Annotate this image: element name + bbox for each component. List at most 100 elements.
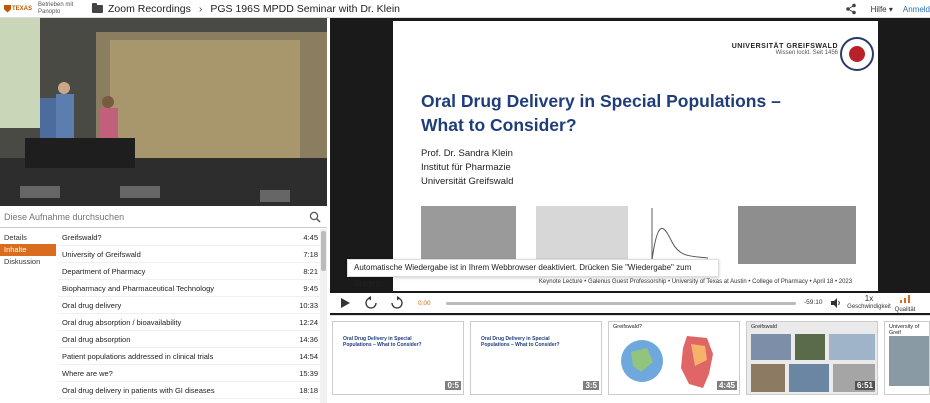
fast-forward-icon[interactable] bbox=[390, 296, 404, 310]
item-time: 14:54 bbox=[299, 351, 318, 361]
thumbnail[interactable]: University of Greif bbox=[884, 321, 930, 395]
item-title: Department of Pharmacy bbox=[62, 266, 146, 276]
logo-text: TEXAS bbox=[12, 5, 33, 12]
author-line: Universität Greifswald bbox=[421, 176, 514, 187]
globe-image bbox=[621, 340, 663, 382]
thumbnail-header: Greifswald bbox=[751, 324, 777, 330]
slide-footer: Keynote Lecture • Galenus Guest Professo… bbox=[538, 279, 853, 285]
thumbnail-title: Oral Drug Delivery in Special Population… bbox=[481, 336, 560, 348]
item-time: 4:45 bbox=[303, 232, 318, 242]
item-time: 14:36 bbox=[299, 334, 318, 344]
rewind-icon[interactable] bbox=[364, 296, 378, 310]
search-input[interactable] bbox=[0, 211, 300, 222]
search-icon[interactable] bbox=[309, 211, 321, 223]
thumbnail-header: University of Greif bbox=[889, 324, 920, 336]
thumbnail-title: Oral Drug Delivery in Special Population… bbox=[343, 336, 422, 348]
author-line: Institut für Pharmazie bbox=[421, 162, 511, 173]
remaining-time: -59:10 bbox=[804, 299, 823, 306]
thumbnail-time: 3:5 bbox=[583, 381, 599, 390]
item-title: Where are we? bbox=[62, 368, 113, 378]
author-line: Prof. Dr. Sandra Klein bbox=[421, 148, 513, 159]
seek-bar[interactable] bbox=[446, 302, 796, 305]
quality-button[interactable]: Qualität bbox=[892, 295, 918, 314]
university-wordmark: UNIVERSITÄT GREIFSWALD Wissen lockt. Sei… bbox=[732, 43, 838, 56]
scrollbar-thumb[interactable] bbox=[321, 231, 326, 271]
slide: UNIVERSITÄT GREIFSWALD Wissen lockt. Sei… bbox=[393, 21, 878, 291]
thumbnail[interactable]: Oral Drug Delivery in Special Population… bbox=[332, 321, 464, 395]
university-slogan: Wissen lockt. Seit 1456 bbox=[775, 50, 838, 56]
item-time: 15:39 bbox=[299, 368, 318, 378]
item-title: Oral drug absorption / bioavailability bbox=[62, 317, 182, 327]
left-panel: Details Inhalte Diskussion Greifswald? 4:… bbox=[0, 18, 330, 403]
breadcrumb-session: PGS 196S MPDD Seminar with Dr. Klein bbox=[210, 2, 401, 15]
top-right: Hilfe ▾ Anmeld bbox=[845, 0, 930, 18]
item-time: 10:33 bbox=[299, 300, 318, 310]
thumbnail[interactable]: Oral Drug Delivery in Special Population… bbox=[470, 321, 602, 395]
list-item[interactable]: Patient populations addressed in clinica… bbox=[58, 348, 322, 365]
item-title: Oral drug delivery bbox=[62, 300, 122, 310]
speed-label: Geschwindigkeit bbox=[847, 304, 891, 310]
shield-icon bbox=[4, 4, 11, 13]
help-menu[interactable]: Hilfe ▾ bbox=[871, 5, 893, 14]
elderly-photo bbox=[421, 206, 516, 264]
thumbnail-time: 6:51 bbox=[854, 381, 875, 390]
anatomy-image bbox=[536, 206, 628, 264]
ut-logo[interactable]: TEXAS bbox=[4, 2, 36, 16]
list-item[interactable]: Department of Pharmacy 8:21 bbox=[58, 263, 322, 280]
folder-icon bbox=[92, 2, 103, 13]
university-seal-icon bbox=[840, 37, 874, 71]
speed-button[interactable]: 1x Geschwindigkeit bbox=[846, 295, 892, 311]
side-tabs: Details Inhalte Diskussion bbox=[0, 232, 56, 268]
volume-icon[interactable] bbox=[830, 297, 842, 309]
tab-discussion[interactable]: Diskussion bbox=[0, 256, 56, 268]
list-item[interactable]: Oral drug delivery 10:33 bbox=[58, 297, 322, 314]
thumbnail[interactable]: Greifswald? 4:45 bbox=[608, 321, 740, 395]
item-title: Oral drug absorption bbox=[62, 334, 131, 344]
item-time: 9:45 bbox=[303, 283, 318, 293]
item-time: 8:21 bbox=[303, 266, 318, 276]
share-icon[interactable] bbox=[845, 3, 857, 15]
slide-author: Prof. Dr. Sandra Klein Institut für Phar… bbox=[421, 147, 513, 189]
contents-scrollbar[interactable] bbox=[320, 229, 327, 403]
list-item[interactable]: University of Greifswald 7:18 bbox=[58, 246, 322, 263]
quality-label: Qualität bbox=[894, 307, 916, 313]
list-item[interactable]: Oral drug absorption / bioavailability 12… bbox=[58, 314, 322, 331]
item-time: 12:24 bbox=[299, 317, 318, 327]
list-item[interactable]: Biopharmacy and Pharmaceutical Technolog… bbox=[58, 280, 322, 297]
item-time: 18:18 bbox=[299, 385, 318, 395]
player-controls: 0:00 -59:10 1x Geschwindigkeit Qualität bbox=[330, 293, 930, 313]
login-link[interactable]: Anmeld bbox=[903, 5, 930, 14]
item-time: 7:18 bbox=[303, 249, 318, 259]
slide-title: Oral Drug Delivery in Special Population… bbox=[421, 89, 801, 137]
contents-list: Greifswald? 4:45 University of Greifswald… bbox=[58, 229, 322, 399]
thumbnail-time: 4:45 bbox=[716, 381, 737, 390]
tab-details[interactable]: Details bbox=[0, 232, 56, 244]
tab-contents[interactable]: Inhalte bbox=[0, 244, 56, 256]
baby-photo bbox=[738, 206, 856, 264]
powered-by: Betrieben mit Panopto bbox=[38, 1, 74, 15]
top-bar: TEXAS Betrieben mit Panopto Zoom Recordi… bbox=[0, 0, 930, 18]
breadcrumb-separator: › bbox=[198, 2, 203, 15]
slide-thumbnails: Oral Drug Delivery in Special Population… bbox=[330, 315, 930, 403]
breadcrumb-folder[interactable]: Zoom Recordings bbox=[108, 3, 191, 15]
speed-value: 1x bbox=[864, 294, 874, 303]
secondary-video[interactable] bbox=[0, 18, 327, 206]
item-title: University of Greifswald bbox=[62, 249, 141, 259]
autoplay-tooltip: Automatische Wiedergabe ist in Ihrem Web… bbox=[347, 259, 719, 288]
current-time: 0:00 bbox=[418, 299, 431, 307]
germany-map-image bbox=[681, 336, 713, 388]
quality-bars-icon bbox=[900, 295, 910, 303]
play-icon[interactable] bbox=[338, 296, 352, 310]
list-item[interactable]: Oral drug absorption 14:36 bbox=[58, 331, 322, 348]
item-title: Patient populations addressed in clinica… bbox=[62, 351, 214, 361]
thumbnail[interactable]: Greifswald 6:51 bbox=[746, 321, 878, 395]
list-item[interactable]: Greifswald? 4:45 bbox=[58, 229, 322, 246]
concentration-graph-image bbox=[648, 206, 710, 264]
list-item[interactable]: Where are we? 15:39 bbox=[58, 365, 322, 382]
thumbnail-header: Greifswald? bbox=[613, 324, 643, 330]
lecture-room-video bbox=[0, 18, 327, 206]
university-name: UNIVERSITÄT GREIFSWALD bbox=[731, 43, 838, 50]
list-item[interactable]: Oral drug delivery in patients with GI d… bbox=[58, 382, 322, 399]
help-label: Hilfe bbox=[870, 4, 887, 14]
search-bar bbox=[0, 206, 327, 228]
